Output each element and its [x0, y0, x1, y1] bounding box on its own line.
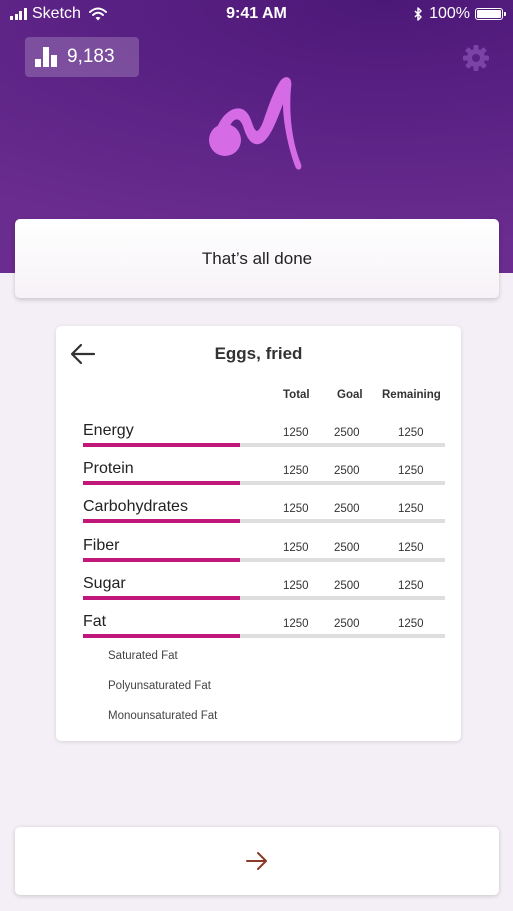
nutrient-name: Carbohydrates [83, 498, 188, 516]
nutrient-name: Fiber [83, 536, 120, 554]
progress-fill [83, 595, 240, 600]
progress-fill [83, 557, 240, 562]
next-button[interactable] [15, 827, 499, 895]
nutrient-goal: 2500 [334, 465, 360, 478]
nutrient-row: Protein 1250 2500 1250 [83, 460, 445, 498]
food-title: Eggs, fried [214, 344, 303, 363]
column-header-goal: Goal [337, 389, 363, 401]
fat-breakdown-item: Monounsaturated Fat [108, 710, 218, 722]
nutrient-name: Energy [83, 422, 134, 439]
nutrient-goal: 2500 [334, 503, 360, 516]
nutrient-name: Sugar [83, 574, 126, 592]
battery-percent: 100% [429, 5, 470, 22]
nutrient-total: 1250 [283, 503, 309, 516]
progress-track [83, 481, 445, 486]
arrow-right-icon [246, 852, 267, 870]
nutrient-remaining: 1250 [398, 618, 424, 630]
bluetooth-icon [414, 7, 422, 21]
nutrient-name: Fat [83, 613, 107, 630]
progress-track [83, 634, 445, 638]
progress-fill [83, 519, 240, 524]
progress-track [83, 519, 445, 524]
nutrient-remaining: 1250 [398, 579, 424, 592]
nutrient-total: 1250 [283, 618, 309, 630]
column-header-remaining: Remaining [382, 389, 441, 401]
nutrition-card: Eggs, fried Total Goal Remaining Energy 1… [56, 326, 461, 741]
nutrient-row: Fat 1250 2500 1250 [83, 613, 445, 651]
progress-track [83, 595, 445, 600]
nutrient-row: Fiber 1250 2500 1250 [83, 537, 445, 575]
column-header-total: Total [283, 389, 310, 401]
brand-logo [209, 77, 302, 170]
progress-track [83, 443, 445, 447]
nutrient-total: 1250 [283, 579, 309, 592]
step-count-badge[interactable]: 9,183 [25, 37, 139, 77]
nutrient-total: 1250 [283, 427, 309, 439]
nutrient-goal: 2500 [334, 579, 360, 592]
nutrient-remaining: 1250 [398, 503, 424, 516]
nutrient-total: 1250 [283, 465, 309, 478]
fat-breakdown-item: Polyunsaturated Fat [108, 680, 211, 692]
completion-text: That’s all done [201, 248, 313, 268]
progress-fill [83, 443, 240, 447]
nutrient-goal: 2500 [334, 427, 360, 439]
progress-track [83, 557, 445, 562]
nutrient-remaining: 1250 [398, 541, 424, 554]
step-count: 9,183 [67, 46, 115, 67]
completion-card: That’s all done [15, 219, 499, 298]
bar-chart-icon [35, 47, 57, 67]
fat-breakdown-item: Saturated Fat [108, 650, 178, 662]
nutrient-row: Sugar 1250 2500 1250 [83, 575, 445, 613]
nutrient-name: Protein [83, 460, 134, 478]
progress-fill [83, 634, 240, 638]
progress-fill [83, 481, 240, 486]
nutrient-total: 1250 [283, 541, 309, 554]
nutrient-remaining: 1250 [398, 465, 424, 478]
nutrient-remaining: 1250 [398, 427, 424, 439]
gear-icon[interactable] [461, 43, 491, 73]
nutrient-goal: 2500 [334, 618, 360, 630]
nutrient-row: Energy 1250 2500 1250 [83, 422, 445, 460]
status-right: 100% [414, 5, 506, 23]
nutrient-goal: 2500 [334, 541, 360, 554]
battery-icon [475, 8, 506, 20]
nutrient-row: Carbohydrates 1250 2500 1250 [83, 498, 445, 536]
status-bar: Sketch 9:41 AM 100% [0, 0, 513, 30]
